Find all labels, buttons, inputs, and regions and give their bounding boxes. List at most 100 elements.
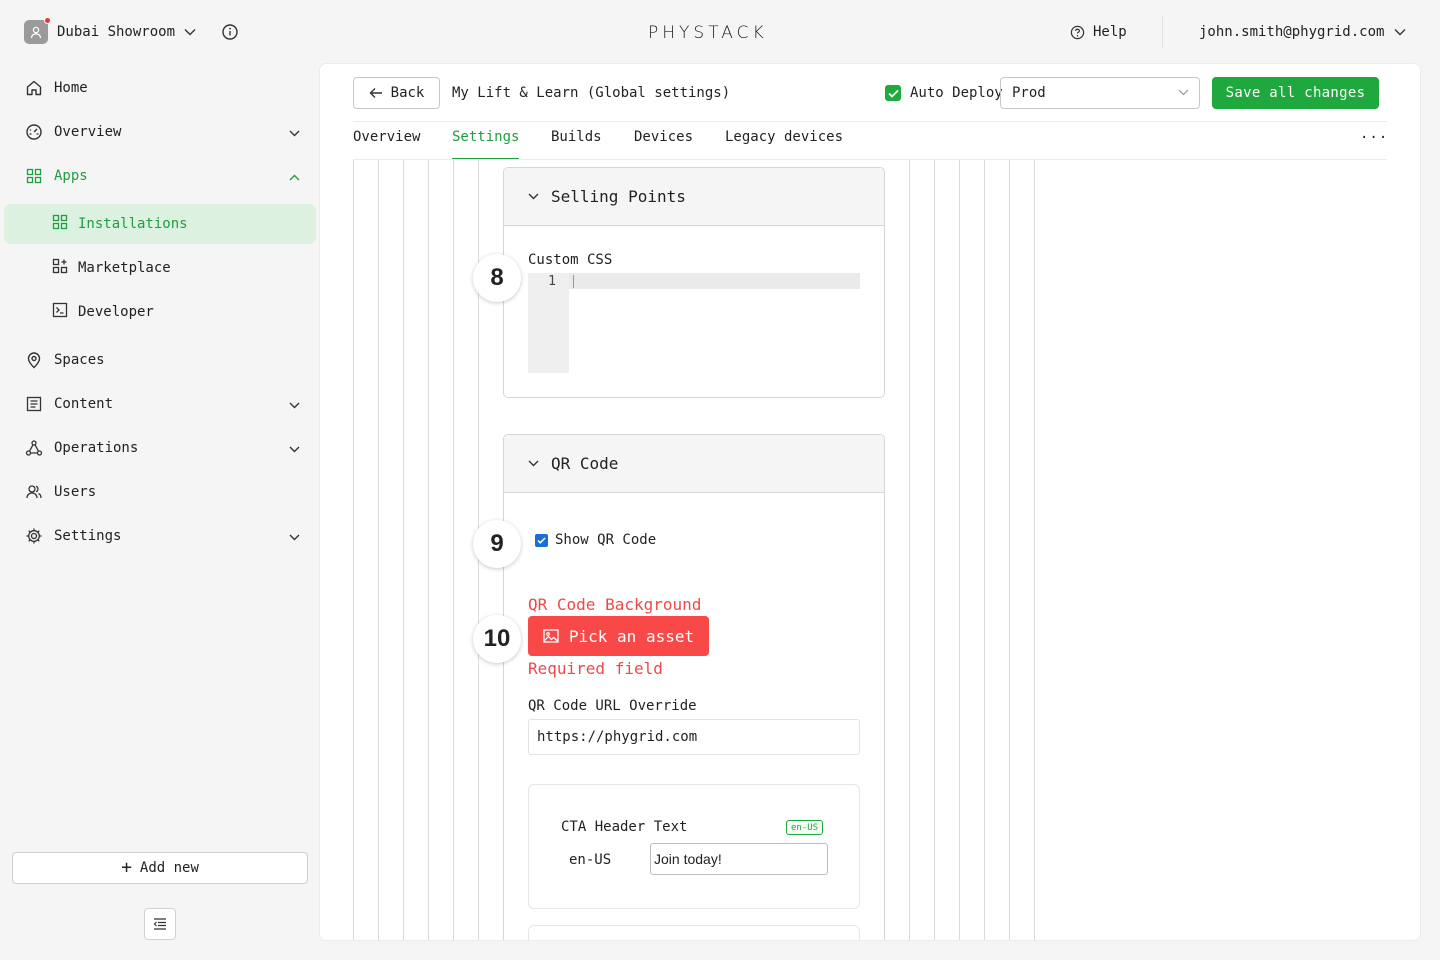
image-icon: [543, 629, 559, 643]
physstack-logo[interactable]: PHYSTACK: [648, 23, 768, 43]
more-options-icon[interactable]: ...: [1360, 126, 1388, 142]
network-icon: [24, 438, 44, 458]
layout-guide-line: [378, 160, 379, 940]
terminal-icon: [52, 302, 68, 322]
sidebar-item-installations[interactable]: Installations: [4, 204, 316, 244]
user-menu[interactable]: john.smith@phygrid.com: [1199, 24, 1406, 40]
checkbox-checked-icon: [885, 85, 901, 101]
qr-url-override-input[interactable]: https://phygrid.com: [528, 719, 860, 755]
sidebar-item-marketplace[interactable]: Marketplace: [4, 248, 316, 288]
layout-guide-line: [453, 160, 454, 940]
layout-guide-line: [353, 160, 354, 940]
chevron-down-icon: [289, 441, 300, 457]
layout-guide-line: [1009, 160, 1010, 940]
locale-badge: en-US: [786, 820, 824, 835]
tab-devices[interactable]: Devices: [634, 129, 693, 159]
sidebar-item-label: Marketplace: [78, 260, 171, 276]
step-marker: 9: [473, 520, 521, 568]
layout-guide-line: [984, 160, 985, 940]
qr-code-header[interactable]: QR Code: [504, 435, 884, 493]
sidebar-item-label: Apps: [54, 168, 88, 184]
locale-label: en-US: [569, 852, 612, 868]
editor-active-line: [569, 273, 860, 289]
collapse-menu-icon: [153, 918, 166, 930]
sidebar-item-developer[interactable]: Developer: [4, 292, 316, 332]
help-button[interactable]: Help: [1070, 24, 1127, 40]
auto-deploy-checkbox[interactable]: Auto Deploy: [876, 85, 1003, 101]
org-switcher[interactable]: Dubai Showroom: [24, 17, 196, 45]
org-name: Dubai Showroom: [57, 24, 176, 40]
sidebar-item-home[interactable]: Home: [24, 68, 304, 108]
chevron-down-icon: [289, 529, 300, 545]
sidebar-item-label: Content: [54, 396, 114, 412]
cta-header-label: CTA Header Text: [561, 819, 688, 835]
sidebar-item-label: Users: [54, 484, 97, 500]
chevron-down-icon: [528, 193, 539, 200]
sidebar-item-label: Developer: [78, 304, 154, 320]
main-panel: Back My Lift & Learn (Global settings) A…: [320, 64, 1420, 940]
users-icon: [24, 482, 44, 502]
pick-asset-button[interactable]: Pick an asset: [528, 616, 709, 656]
divider: [353, 121, 1387, 122]
map-pin-icon: [24, 350, 44, 370]
collapse-sidebar-button[interactable]: [144, 908, 176, 940]
text-cursor: [573, 275, 574, 288]
sidebar-item-users[interactable]: Users: [24, 472, 304, 512]
step-marker: 8: [473, 254, 521, 302]
cta-header-input[interactable]: Join today!: [650, 843, 828, 875]
tab-legacy-devices[interactable]: Legacy devices: [725, 129, 843, 159]
sidebar-item-overview[interactable]: Overview: [24, 112, 304, 152]
save-all-changes-button[interactable]: Save all changes: [1212, 77, 1379, 109]
chevron-up-icon: [289, 169, 300, 185]
user-icon: [30, 26, 42, 39]
user-email: john.smith@phygrid.com: [1199, 24, 1385, 40]
chevron-down-icon: [1178, 89, 1189, 96]
sidebar-item-label: Spaces: [54, 352, 105, 368]
environment-select[interactable]: Prod: [1000, 77, 1200, 109]
chevron-down-icon: [289, 397, 300, 413]
plus-icon: +: [121, 857, 132, 878]
content-icon: [24, 394, 44, 414]
layout-guide-line: [934, 160, 935, 940]
back-label: Back: [390, 85, 425, 101]
sidebar-item-spaces[interactable]: Spaces: [24, 340, 304, 380]
sidebar-item-operations[interactable]: Operations: [24, 428, 304, 468]
tab-overview[interactable]: Overview: [353, 129, 420, 159]
editor-gutter: 1: [528, 273, 569, 373]
tab-settings[interactable]: Settings: [452, 129, 520, 160]
layout-guide-line: [959, 160, 960, 940]
add-new-label: Add new: [139, 860, 199, 876]
layout-guide-line: [909, 160, 910, 940]
qr-background-label: QR Code Background: [528, 595, 702, 614]
gauge-icon: [24, 122, 44, 142]
layout-guide-line: [428, 160, 429, 940]
gear-icon: [24, 526, 44, 546]
notification-dot: [44, 17, 51, 24]
custom-css-editor[interactable]: 1: [528, 273, 860, 373]
qr-code-title: QR Code: [551, 454, 619, 473]
layout-guide-line: [403, 160, 404, 940]
help-label: Help: [1093, 24, 1127, 40]
step-marker: 10: [473, 615, 521, 663]
sidebar-item-settings[interactable]: Settings: [24, 516, 304, 556]
sidebar-item-content[interactable]: Content: [24, 384, 304, 424]
sidebar-item-label: Overview: [54, 124, 122, 140]
chevron-down-icon: [528, 460, 539, 467]
org-avatar: [24, 17, 51, 44]
cta-header-card: CTA Header Text en-US en-US Join today!: [528, 784, 860, 909]
custom-css-label: Custom CSS: [528, 252, 613, 268]
add-new-button[interactable]: + Add new: [12, 852, 308, 884]
selling-points-header[interactable]: Selling Points: [504, 168, 884, 226]
top-bar: Dubai Showroom PHYSTACK Help john.smith@…: [0, 0, 1440, 64]
back-button[interactable]: Back: [353, 77, 440, 109]
page-title: My Lift & Learn (Global settings): [452, 85, 731, 101]
sidebar-item-apps[interactable]: Apps: [24, 156, 304, 196]
help-icon: [1070, 25, 1085, 39]
arrow-left-icon: [369, 88, 382, 98]
tab-builds[interactable]: Builds: [551, 129, 602, 159]
show-qr-code-checkbox[interactable]: Show QR Code: [528, 532, 656, 548]
chevron-down-icon: [184, 28, 196, 36]
pick-asset-label: Pick an asset: [568, 626, 695, 646]
info-icon[interactable]: [221, 23, 239, 45]
sidebar: Home Overview Apps Installations Marketp…: [0, 64, 320, 960]
